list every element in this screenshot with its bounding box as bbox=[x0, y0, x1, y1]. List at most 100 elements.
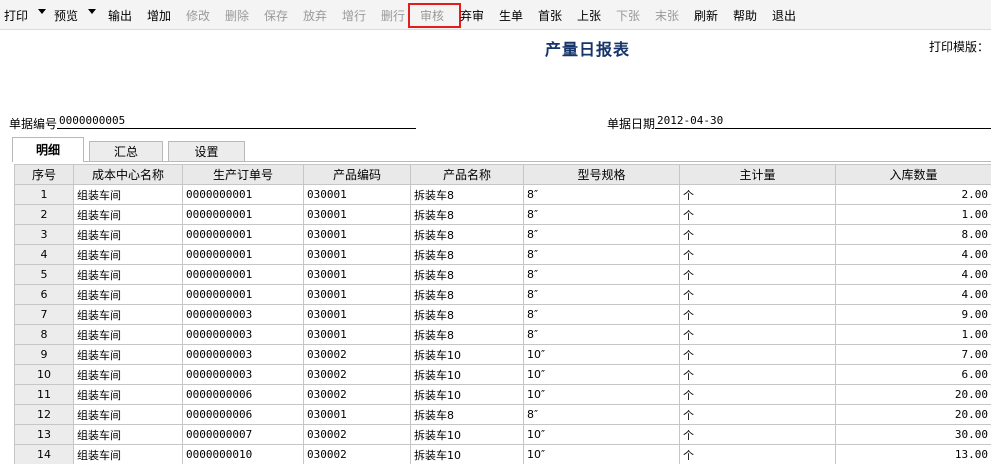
spec-cell[interactable]: 8″ bbox=[523, 284, 680, 305]
table-row[interactable]: 1 组装车间 0000000001 030001 拆装车8 8″ 个 2.00 bbox=[14, 184, 991, 205]
column-header-cost-center[interactable]: 成本中心名称 bbox=[73, 164, 183, 185]
quantity-cell[interactable]: 4.00 bbox=[835, 284, 991, 305]
product-code-cell[interactable]: 030002 bbox=[303, 384, 411, 405]
next-record-button[interactable]: 下张 bbox=[616, 6, 640, 26]
product-name-cell[interactable]: 拆装车8 bbox=[410, 284, 524, 305]
product-code-cell[interactable]: 030002 bbox=[303, 444, 411, 464]
spec-cell[interactable]: 10″ bbox=[523, 344, 680, 365]
tab-summary[interactable]: 汇总 bbox=[89, 141, 163, 162]
column-header-unit[interactable]: 主计量 bbox=[679, 164, 836, 185]
unit-cell[interactable]: 个 bbox=[679, 404, 836, 425]
product-code-cell[interactable]: 030002 bbox=[303, 364, 411, 385]
cost-center-cell[interactable]: 组装车间 bbox=[73, 444, 183, 464]
cost-center-cell[interactable]: 组装车间 bbox=[73, 204, 183, 225]
product-name-cell[interactable]: 拆装车10 bbox=[410, 424, 524, 445]
delete-row-button[interactable]: 删行 bbox=[381, 6, 405, 26]
column-header-product-name[interactable]: 产品名称 bbox=[410, 164, 524, 185]
unit-cell[interactable]: 个 bbox=[679, 224, 836, 245]
quantity-cell[interactable]: 30.00 bbox=[835, 424, 991, 445]
order-no-cell[interactable]: 0000000007 bbox=[182, 424, 304, 445]
table-row[interactable]: 8 组装车间 0000000003 030001 拆装车8 8″ 个 1.00 bbox=[14, 324, 991, 345]
spec-cell[interactable]: 8″ bbox=[523, 324, 680, 345]
unit-cell[interactable]: 个 bbox=[679, 204, 836, 225]
cost-center-cell[interactable]: 组装车间 bbox=[73, 404, 183, 425]
product-name-cell[interactable]: 拆装车8 bbox=[410, 404, 524, 425]
help-button[interactable]: 帮助 bbox=[733, 6, 757, 26]
order-no-cell[interactable]: 0000000001 bbox=[182, 244, 304, 265]
print-button[interactable]: 打印 bbox=[4, 6, 28, 26]
output-button[interactable]: 输出 bbox=[108, 6, 132, 26]
product-name-cell[interactable]: 拆装车10 bbox=[410, 384, 524, 405]
order-no-cell[interactable]: 0000000001 bbox=[182, 224, 304, 245]
spec-cell[interactable]: 8″ bbox=[523, 304, 680, 325]
quantity-cell[interactable]: 4.00 bbox=[835, 264, 991, 285]
table-row[interactable]: 2 组装车间 0000000001 030001 拆装车8 8″ 个 1.00 bbox=[14, 204, 991, 225]
cost-center-cell[interactable]: 组装车间 bbox=[73, 324, 183, 345]
doc-no-value[interactable]: 0000000005 bbox=[59, 114, 125, 127]
table-row[interactable]: 6 组装车间 0000000001 030001 拆装车8 8″ 个 4.00 bbox=[14, 284, 991, 305]
tab-detail[interactable]: 明细 bbox=[12, 137, 84, 162]
unit-cell[interactable]: 个 bbox=[679, 244, 836, 265]
table-row[interactable]: 5 组装车间 0000000001 030001 拆装车8 8″ 个 4.00 bbox=[14, 264, 991, 285]
order-no-cell[interactable]: 0000000003 bbox=[182, 304, 304, 325]
column-header-order-no[interactable]: 生产订单号 bbox=[182, 164, 304, 185]
product-name-cell[interactable]: 拆装车10 bbox=[410, 444, 524, 464]
preview-button[interactable]: 预览 bbox=[54, 6, 78, 26]
product-code-cell[interactable]: 030002 bbox=[303, 424, 411, 445]
product-name-cell[interactable]: 拆装车8 bbox=[410, 224, 524, 245]
order-no-cell[interactable]: 0000000003 bbox=[182, 324, 304, 345]
quantity-cell[interactable]: 1.00 bbox=[835, 204, 991, 225]
column-header-seq[interactable]: 序号 bbox=[14, 164, 74, 185]
order-no-cell[interactable]: 0000000003 bbox=[182, 344, 304, 365]
spec-cell[interactable]: 8″ bbox=[523, 264, 680, 285]
table-row[interactable]: 7 组装车间 0000000003 030001 拆装车8 8″ 个 9.00 bbox=[14, 304, 991, 325]
spec-cell[interactable]: 10″ bbox=[523, 364, 680, 385]
save-button[interactable]: 保存 bbox=[264, 6, 288, 26]
table-row[interactable]: 4 组装车间 0000000001 030001 拆装车8 8″ 个 4.00 bbox=[14, 244, 991, 265]
product-code-cell[interactable]: 030001 bbox=[303, 224, 411, 245]
spec-cell[interactable]: 10″ bbox=[523, 384, 680, 405]
unit-cell[interactable]: 个 bbox=[679, 304, 836, 325]
table-row[interactable]: 13 组装车间 0000000007 030002 拆装车10 10″ 个 30.00 bbox=[14, 424, 991, 445]
product-code-cell[interactable]: 030001 bbox=[303, 324, 411, 345]
exit-button[interactable]: 退出 bbox=[772, 6, 796, 26]
table-row[interactable]: 14 组装车间 0000000010 030002 拆装车10 10″ 个 13.00 bbox=[14, 444, 991, 464]
unit-cell[interactable]: 个 bbox=[679, 444, 836, 464]
product-name-cell[interactable]: 拆装车8 bbox=[410, 184, 524, 205]
spec-cell[interactable]: 8″ bbox=[523, 404, 680, 425]
product-code-cell[interactable]: 030001 bbox=[303, 404, 411, 425]
cost-center-cell[interactable]: 组装车间 bbox=[73, 304, 183, 325]
cost-center-cell[interactable]: 组装车间 bbox=[73, 224, 183, 245]
quantity-cell[interactable]: 13.00 bbox=[835, 444, 991, 464]
doc-date-value[interactable]: 2012-04-30 bbox=[657, 114, 723, 127]
prev-record-button[interactable]: 上张 bbox=[577, 6, 601, 26]
product-code-cell[interactable]: 030001 bbox=[303, 264, 411, 285]
edit-button[interactable]: 修改 bbox=[186, 6, 210, 26]
cost-center-cell[interactable]: 组装车间 bbox=[73, 244, 183, 265]
quantity-cell[interactable]: 1.00 bbox=[835, 324, 991, 345]
discard-button[interactable]: 放弃 bbox=[303, 6, 327, 26]
order-no-cell[interactable]: 0000000001 bbox=[182, 284, 304, 305]
order-no-cell[interactable]: 0000000001 bbox=[182, 204, 304, 225]
product-code-cell[interactable]: 030001 bbox=[303, 284, 411, 305]
quantity-cell[interactable]: 7.00 bbox=[835, 344, 991, 365]
last-record-button[interactable]: 末张 bbox=[655, 6, 679, 26]
tab-settings[interactable]: 设置 bbox=[168, 141, 245, 162]
spec-cell[interactable]: 10″ bbox=[523, 424, 680, 445]
spec-cell[interactable]: 10″ bbox=[523, 444, 680, 464]
spec-cell[interactable]: 8″ bbox=[523, 204, 680, 225]
quantity-cell[interactable]: 2.00 bbox=[835, 184, 991, 205]
product-name-cell[interactable]: 拆装车10 bbox=[410, 364, 524, 385]
cost-center-cell[interactable]: 组装车间 bbox=[73, 384, 183, 405]
unit-cell[interactable]: 个 bbox=[679, 344, 836, 365]
spec-cell[interactable]: 8″ bbox=[523, 244, 680, 265]
spec-cell[interactable]: 8″ bbox=[523, 224, 680, 245]
quantity-cell[interactable]: 9.00 bbox=[835, 304, 991, 325]
add-button[interactable]: 增加 bbox=[147, 6, 171, 26]
unaudit-button[interactable]: 弃审 bbox=[460, 6, 484, 26]
cost-center-cell[interactable]: 组装车间 bbox=[73, 364, 183, 385]
column-header-spec[interactable]: 型号规格 bbox=[523, 164, 680, 185]
spec-cell[interactable]: 8″ bbox=[523, 184, 680, 205]
quantity-cell[interactable]: 20.00 bbox=[835, 404, 991, 425]
cost-center-cell[interactable]: 组装车间 bbox=[73, 184, 183, 205]
